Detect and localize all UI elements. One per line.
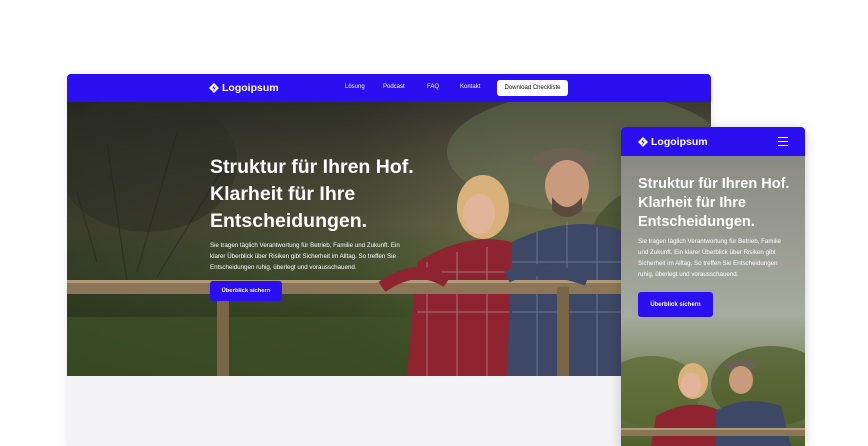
mobile-overview-button[interactable]: Überblick sichern xyxy=(638,292,713,317)
desktop-overview-button[interactable]: Überblick sichern xyxy=(210,281,282,301)
logo-text: Logoipsum xyxy=(651,136,708,148)
nav-link-loesung[interactable]: Lösung xyxy=(345,84,365,90)
hamburger-menu-icon[interactable] xyxy=(778,137,788,147)
desktop-nav-links: Lösung Podcast FAQ Kontakt xyxy=(67,84,711,96)
download-checklist-button[interactable]: Download Checkliste xyxy=(497,80,568,96)
desktop-navbar: Logoipsum Lösung Podcast FAQ Kontakt Dow… xyxy=(67,74,711,102)
logo-icon xyxy=(638,137,648,147)
nav-link-kontakt[interactable]: Kontakt xyxy=(460,84,480,90)
desktop-mockup: Logoipsum Lösung Podcast FAQ Kontakt Dow… xyxy=(67,74,711,446)
desktop-hero-description: Sie tragen täglich Verantwortung für Bet… xyxy=(210,242,400,271)
desktop-hero-title: Struktur für Ihren Hof. Klarheit für Ihr… xyxy=(210,156,414,232)
mobile-hero-description: Sie tragen täglich Verantwortung für Bet… xyxy=(638,238,782,278)
nav-link-faq[interactable]: FAQ xyxy=(427,84,439,90)
mobile-mockup: Logoipsum Struktur für Ihren Hof. Klarhe… xyxy=(621,127,805,446)
mobile-hero-title: Struktur für Ihren Hof. Klarheit für Ihr… xyxy=(638,176,790,230)
hero-photo xyxy=(67,102,711,376)
nav-link-podcast[interactable]: Podcast xyxy=(383,84,405,90)
desktop-hero: Struktur für Ihren Hof. Klarheit für Ihr… xyxy=(67,102,711,376)
mobile-logo[interactable]: Logoipsum xyxy=(638,136,708,148)
mobile-navbar: Logoipsum xyxy=(621,127,805,156)
mobile-hero: Struktur für Ihren Hof. Klarheit für Ihr… xyxy=(621,156,805,446)
